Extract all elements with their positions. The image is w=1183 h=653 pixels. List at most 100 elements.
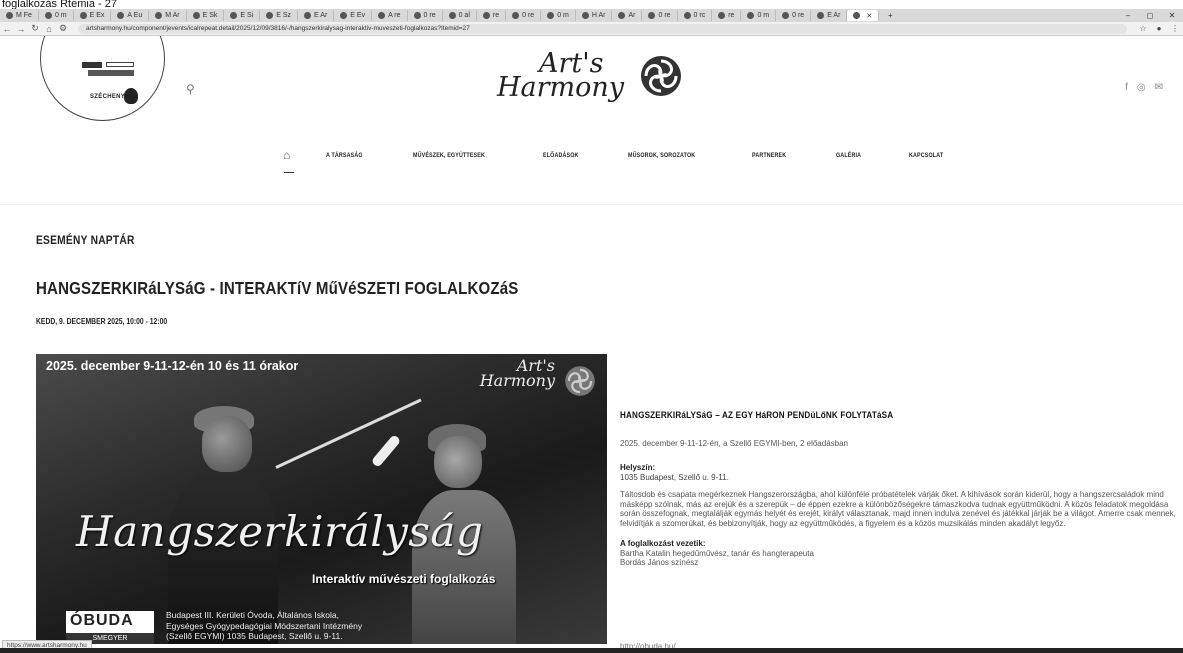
web-page: SZÉCHENYI ⚲ Art's Harmony f ◎ ✉ ⌂ A TÁRS…	[0, 36, 1183, 644]
description-body: Táltosdob és csapata megérkeznek Hangsze…	[620, 490, 1176, 528]
tab-label: 0 re	[658, 12, 671, 19]
minimize-button[interactable]: –	[1117, 11, 1139, 20]
menu-icon[interactable]: ⋮	[1167, 24, 1183, 33]
new-tab-button[interactable]: +	[879, 11, 901, 20]
tab-label: 0 m	[557, 12, 569, 19]
tab-favicon-icon	[782, 12, 790, 19]
tab-favicon-icon	[648, 12, 656, 19]
browser-tab[interactable]: M Ar	[149, 10, 187, 21]
szechenyi-logo[interactable]: SZÉCHENYI	[40, 36, 175, 132]
browser-tab[interactable]: A re	[372, 10, 408, 21]
tab-favicon-icon	[192, 12, 200, 19]
tab-label: M Fe	[16, 12, 32, 19]
maximize-button[interactable]: ◻	[1139, 11, 1161, 20]
browser-tab[interactable]: 0 m	[39, 10, 74, 21]
close-tab-icon[interactable]: ✕	[866, 12, 872, 20]
browser-tab[interactable]: E Ar	[811, 10, 848, 21]
browser-tab[interactable]: 0 rc	[678, 10, 713, 21]
bookmark-star-icon[interactable]: ☆	[1135, 24, 1151, 33]
poster-swirl-icon	[565, 366, 595, 396]
browser-tab[interactable]: 0 re	[642, 10, 678, 21]
logo-badge	[88, 70, 134, 76]
home-icon[interactable]: ⌂	[42, 24, 56, 34]
site-brand[interactable]: Art's Harmony	[497, 50, 624, 101]
nav-item-kapcsolat[interactable]: KAPCSOLAT	[909, 152, 943, 159]
tab-label: re	[492, 12, 500, 19]
tab-label: E Ar	[827, 12, 841, 19]
logo-szechenyi-label: SZÉCHENYI	[90, 94, 128, 100]
home-nav-icon[interactable]: ⌂	[283, 148, 295, 173]
browser-tab[interactable]: E Si	[224, 10, 261, 21]
tab-favicon-icon	[581, 12, 589, 19]
tab-label: 0 m	[757, 12, 770, 19]
tab-label: E Ex	[89, 12, 105, 19]
logo-badge	[82, 62, 102, 68]
nav-item-partnerek[interactable]: PARTNEREK	[752, 152, 786, 159]
forward-icon[interactable]: →	[14, 24, 28, 34]
profile-icon[interactable]: ●	[1151, 24, 1167, 33]
tab-favicon-icon	[79, 12, 87, 19]
browser-tab-strip: M Fe 0 m E Ex A Eu M Ar E Sk E Si E Sz E…	[0, 9, 1183, 22]
tab-favicon-icon	[117, 12, 125, 19]
instagram-icon[interactable]: ◎	[1137, 82, 1146, 93]
nav-item-muveszek[interactable]: MŰVÉSZEK, EGYÜTTESEK	[413, 152, 485, 159]
event-title: HANGSZERKIRáLYSáG - INTERAKTíV MűVéSZETI…	[36, 278, 519, 298]
active-browser-tab[interactable]: ✕	[847, 10, 880, 21]
browser-tab[interactable]: 0 m	[741, 10, 777, 21]
tab-favicon-icon	[340, 12, 348, 19]
browser-tab[interactable]: 0 m	[541, 10, 576, 21]
reload-icon[interactable]: ↻	[28, 23, 42, 34]
mallet	[370, 433, 402, 469]
browser-tab[interactable]: re	[712, 10, 742, 21]
browser-tab[interactable]: E Ar	[298, 10, 335, 21]
social-links: f ◎ ✉	[1125, 82, 1163, 93]
tab-label: 0 m	[54, 12, 67, 19]
back-icon[interactable]: ←	[0, 24, 14, 34]
tab-favicon-icon	[817, 12, 825, 19]
description-title: HANGSZERKIRáLYSáG – AZ EGY HáRON PENDüLő…	[620, 410, 894, 420]
tab-label: A Eu	[127, 12, 143, 19]
tab-label: E Sz	[276, 12, 292, 19]
nav-item-galeria[interactable]: GALÉRIA	[836, 152, 861, 159]
browser-tab[interactable]: E Sz	[260, 10, 299, 21]
tab-favicon-icon	[155, 12, 163, 19]
tab-favicon-icon	[378, 12, 386, 19]
poster-date: 2025. december 9-11-12-én 10 és 11 órako…	[46, 359, 299, 373]
poster-venue-line: Budapest III. Kerületi Óvoda, Általános …	[166, 610, 339, 620]
tab-favicon-icon	[448, 12, 456, 19]
nav-item-eloadasok[interactable]: ELŐADÁSOK	[543, 152, 579, 159]
browser-tab[interactable]: H Ar	[576, 10, 613, 21]
tab-label: Ar	[628, 12, 636, 19]
site-info-icon[interactable]: ⚙	[56, 23, 70, 34]
main-navigation: ⌂ A TÁRSASÁG MŰVÉSZEK, EGYÜTTESEK ELŐADÁ…	[283, 147, 992, 173]
browser-tab[interactable]: E Ex	[74, 10, 112, 21]
browser-tab[interactable]: 0 re	[408, 10, 443, 21]
browser-tab[interactable]: Ar	[612, 10, 643, 21]
url-input[interactable]: artsharmony.hu/component/jevents/icalrep…	[78, 23, 1127, 34]
browser-tab[interactable]: A Eu	[111, 10, 150, 21]
obuda-logo-text: ÓBUDA	[70, 612, 134, 629]
browser-tab[interactable]: M Fe	[0, 10, 39, 21]
close-window-button[interactable]: ✕	[1161, 11, 1183, 20]
browser-tab[interactable]: 0 al	[443, 10, 477, 21]
drumstick	[275, 398, 422, 469]
tab-favicon-icon	[304, 12, 312, 19]
tab-label: M Ar	[165, 12, 180, 19]
nav-item-musorok[interactable]: MŰSOROK, SOROZATOK	[628, 152, 695, 159]
browser-tab[interactable]: E Sk	[187, 10, 225, 21]
mail-icon[interactable]: ✉	[1155, 82, 1163, 93]
facebook-icon[interactable]: f	[1125, 82, 1128, 93]
browser-tab[interactable]: re	[477, 10, 507, 21]
tab-favicon-icon	[683, 12, 691, 19]
nav-item-tarsasag[interactable]: A TÁRSASÁG	[326, 152, 363, 159]
browser-tab[interactable]: E Ev	[334, 10, 373, 21]
browser-tab[interactable]: 0 re	[776, 10, 812, 21]
leader-name: Bordás János színész	[620, 558, 699, 567]
tab-label: 0 rc	[693, 12, 706, 19]
address-bar: ← → ↻ ⌂ ⚙ artsharmony.hu/component/jeven…	[0, 22, 1183, 36]
poster-brand-line-2: Harmony	[479, 371, 555, 390]
search-icon[interactable]: ⚲	[186, 82, 195, 96]
browser-tab[interactable]: 0 re	[506, 10, 542, 21]
tab-favicon-icon	[747, 12, 755, 19]
location-label: Helyszín:	[620, 463, 656, 472]
